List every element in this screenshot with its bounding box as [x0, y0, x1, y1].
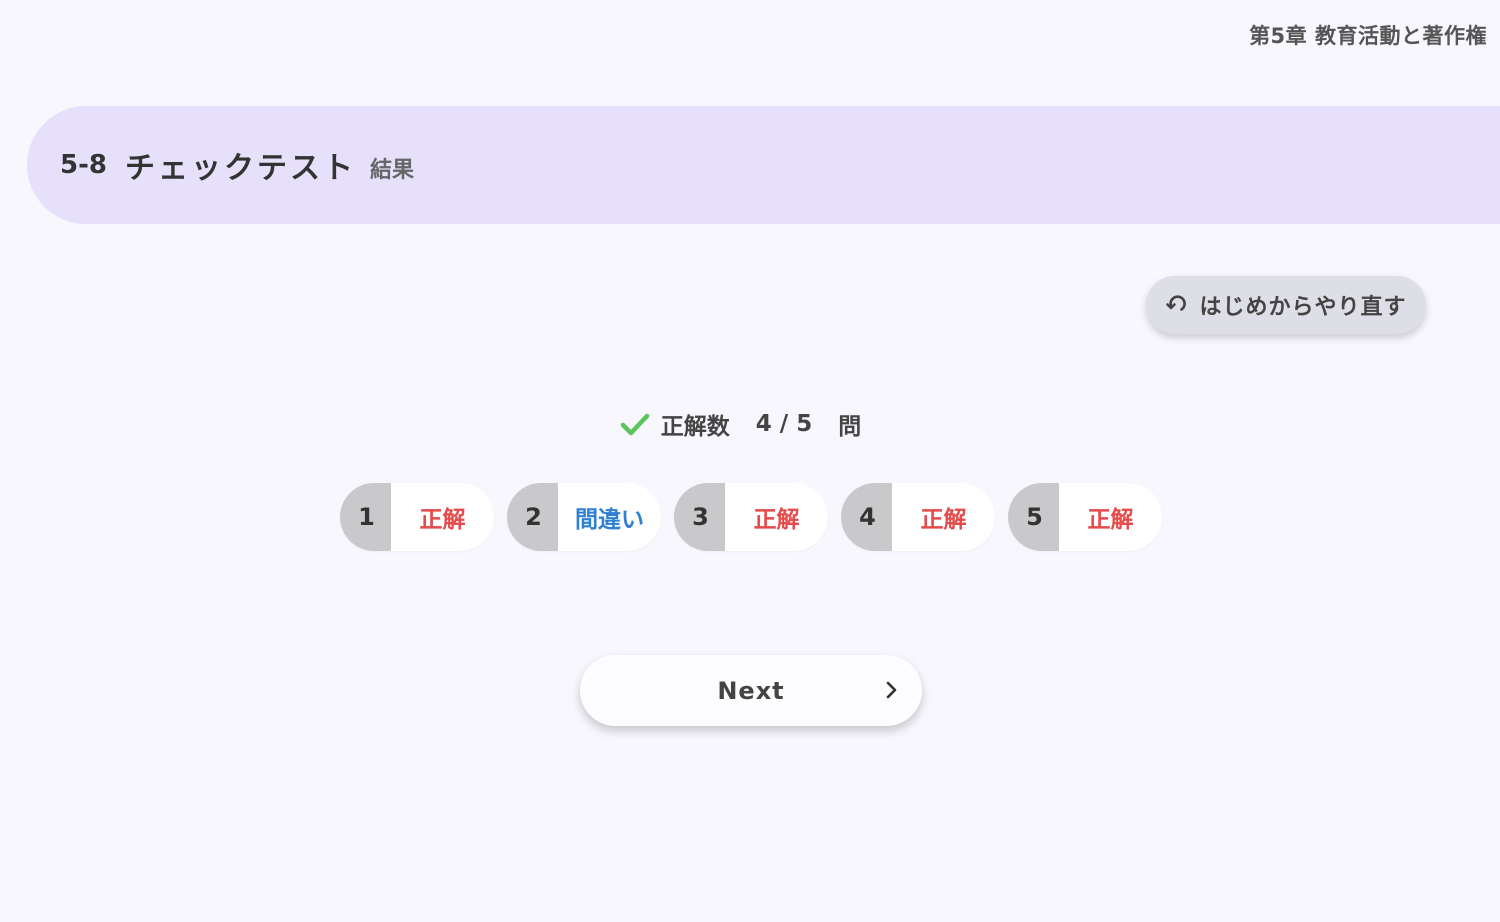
result-item-2[interactable]: 2 間違い [507, 483, 661, 551]
title-band: 5-8 チェックテスト 結果 [27, 106, 1500, 224]
section-number: 5-8 [60, 150, 107, 180]
question-number: 5 [1008, 483, 1059, 551]
result-verdict: 正解 [753, 507, 800, 533]
section-subtitle: 結果 [369, 158, 414, 183]
score-summary: 正解数 4 / 5 問 [0, 404, 1500, 444]
question-number: 1 [340, 483, 391, 551]
result-item-4[interactable]: 4 正解 [841, 483, 995, 551]
question-number: 2 [507, 483, 558, 551]
restart-button-label: はじめからやり直す [1199, 295, 1407, 320]
chevron-right-icon [880, 679, 902, 701]
result-verdict: 正解 [920, 507, 967, 533]
result-verdict: 正解 [1087, 507, 1134, 533]
score-label: 正解数 [660, 414, 730, 440]
check-icon [619, 408, 651, 440]
restart-button[interactable]: はじめからやり直す [1146, 276, 1426, 334]
chapter-label: 第5章 教育活動と著作権 [1249, 24, 1487, 48]
section-title: チェックテスト [124, 151, 356, 186]
question-number: 4 [841, 483, 892, 551]
next-button[interactable]: Next [580, 655, 922, 726]
results-list: 1 正解 2 間違い 3 正解 4 正解 5 正解 [340, 483, 1175, 551]
score-value: 4 / 5 [755, 411, 813, 437]
score-unit: 問 [838, 414, 862, 440]
result-verdict: 正解 [419, 507, 466, 533]
result-verdict: 間違い [575, 507, 644, 533]
question-number: 3 [674, 483, 725, 551]
restart-arrow-icon [1165, 293, 1189, 317]
result-item-5[interactable]: 5 正解 [1008, 483, 1162, 551]
result-item-3[interactable]: 3 正解 [674, 483, 828, 551]
next-button-label: Next [717, 676, 785, 705]
result-item-1[interactable]: 1 正解 [340, 483, 494, 551]
